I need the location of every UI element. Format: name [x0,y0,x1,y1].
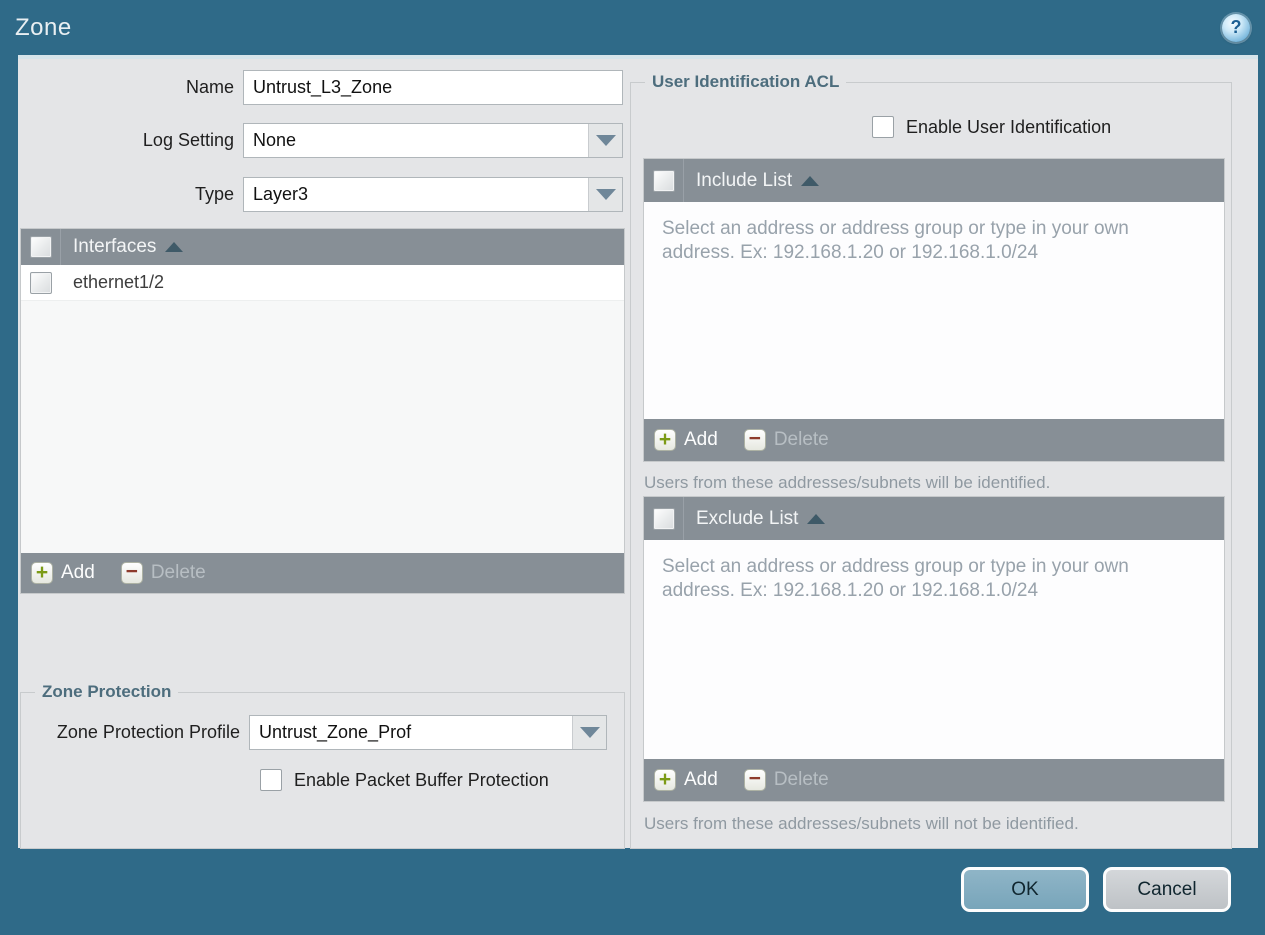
include-delete-label: Delete [773,429,829,450]
zone-protection-profile-value: Untrust_Zone_Prof [259,722,412,742]
exclude-list-caption: Users from these addresses/subnets will … [644,814,1079,833]
packet-buffer-checkbox[interactable] [260,769,282,791]
plus-icon: + [31,562,53,584]
ethernet-row-checkbox[interactable] [30,271,52,294]
minus-icon: − [743,427,766,451]
exclude-list-header-row: Exclude List [644,497,1224,540]
packet-buffer-label: Enable Packet Buffer Protection [294,769,549,790]
type-label: Type [194,184,234,204]
include-list-placeholder: Select an address or address group or ty… [662,218,1129,264]
triangle-down-icon [595,189,616,200]
exclude-list-column-header[interactable]: Exclude List [696,507,826,530]
packet-buffer-row: Enable Packet Buffer Protection [260,769,549,791]
table-row[interactable]: ethernet1/2 [21,265,624,301]
help-icon[interactable]: ? [1222,13,1250,42]
user-identification-acl-legend: User Identification ACL [645,72,847,92]
sort-asc-icon [807,513,826,524]
exclude-list-footer: + Add − Delete [644,759,1224,801]
plus-glyph: + [658,767,672,791]
log-setting-label: Log Setting [142,130,234,150]
zone-protection-profile-dropdown[interactable]: Untrust_Zone_Prof [249,715,607,750]
include-select-all-checkbox[interactable] [652,169,675,192]
interfaces-column-header[interactable]: Interfaces [73,236,184,258]
name-label: Name [185,77,234,97]
include-delete-button[interactable]: − Delete [743,427,829,451]
interfaces-table-header: Interfaces [21,229,624,265]
log-setting-value: None [253,130,297,150]
add-button-label: Add [61,562,95,583]
exclude-select-all-checkbox[interactable] [652,507,675,530]
zone-dialog: Name Log Setting None Type Layer3 Interf… [18,55,1258,849]
dialog-titlebar: Zone ? [0,0,1265,55]
chevron-down-icon[interactable] [588,124,622,157]
delete-button[interactable]: − Delete [120,560,206,584]
add-button[interactable]: + Add [31,562,95,584]
include-list-panel: Include List Select an address or addres… [643,158,1225,462]
include-list-header-label: Include List [696,169,793,191]
exclude-list-panel: Exclude List Select an address or addres… [643,496,1225,802]
type-value: Layer3 [253,184,309,204]
zone-protection-profile-row: Zone Protection Profile Untrust_Zone_Pro… [21,715,607,750]
include-list-footer: + Add − Delete [644,419,1224,461]
triangle-down-icon [579,727,600,738]
interfaces-table-footer: + Add − Delete [21,553,624,593]
minus-icon: − [120,560,143,584]
exclude-add-label: Add [684,769,718,790]
user-identification-acl-section: User Identification ACL Enable User Iden… [630,72,1232,849]
select-all-cell [21,229,61,265]
select-all-cell [644,497,684,540]
type-dropdown[interactable]: Layer3 [243,177,623,212]
include-list-header-row: Include List [644,159,1224,202]
include-add-button[interactable]: + Add [654,429,718,451]
plus-icon: + [654,769,676,791]
triangle-down-icon [595,135,616,146]
include-list-body[interactable]: Select an address or address group or ty… [644,202,1224,419]
cancel-button[interactable]: Cancel [1103,867,1231,912]
exclude-list-placeholder: Select an address or address group or ty… [662,556,1129,602]
enable-user-identification-row: Enable User Identification [872,116,1111,138]
exclude-add-button[interactable]: + Add [654,769,718,791]
sort-asc-icon [801,175,820,186]
name-row: Name [18,70,623,105]
select-all-cell [644,159,684,202]
enable-user-identification-label: Enable User Identification [906,116,1112,137]
delete-button-label: Delete [150,562,206,583]
exclude-delete-button[interactable]: − Delete [743,767,829,791]
zone-protection-legend: Zone Protection [35,682,179,702]
interfaces-select-all-checkbox[interactable] [29,236,52,258]
row-checkbox-cell [21,265,61,300]
type-row: Type Layer3 [18,177,623,212]
ok-button[interactable]: OK [961,867,1089,912]
log-setting-dropdown[interactable]: None [243,123,623,158]
log-setting-row: Log Setting None [18,123,623,158]
plus-glyph: + [658,427,672,451]
plus-icon: + [654,429,676,451]
zone-protection-section: Zone Protection Zone Protection Profile … [20,682,625,849]
minus-glyph: − [748,767,761,790]
zone-protection-profile-label: Zone Protection Profile [56,722,240,742]
exclude-list-header-label: Exclude List [696,507,799,529]
minus-icon: − [743,767,766,791]
include-add-label: Add [684,429,718,450]
minus-glyph: − [125,560,138,583]
enable-user-identification-checkbox[interactable] [872,116,894,138]
page-title: Zone [15,13,72,41]
minus-glyph: − [748,427,761,450]
exclude-delete-label: Delete [773,769,829,790]
interfaces-table-body[interactable] [21,301,624,553]
interfaces-header-label: Interfaces [73,236,157,257]
name-input[interactable] [243,70,623,105]
exclude-list-body[interactable]: Select an address or address group or ty… [644,540,1224,759]
plus-glyph: + [35,560,49,584]
interface-name: ethernet1/2 [73,272,165,292]
chevron-down-icon[interactable] [588,178,622,211]
sort-asc-icon [165,242,184,252]
interfaces-table: Interfaces ethernet1/2 + Add − Delete [20,228,625,594]
include-list-column-header[interactable]: Include List [696,169,820,192]
chevron-down-icon[interactable] [572,716,606,749]
include-list-caption: Users from these addresses/subnets will … [644,473,1051,492]
